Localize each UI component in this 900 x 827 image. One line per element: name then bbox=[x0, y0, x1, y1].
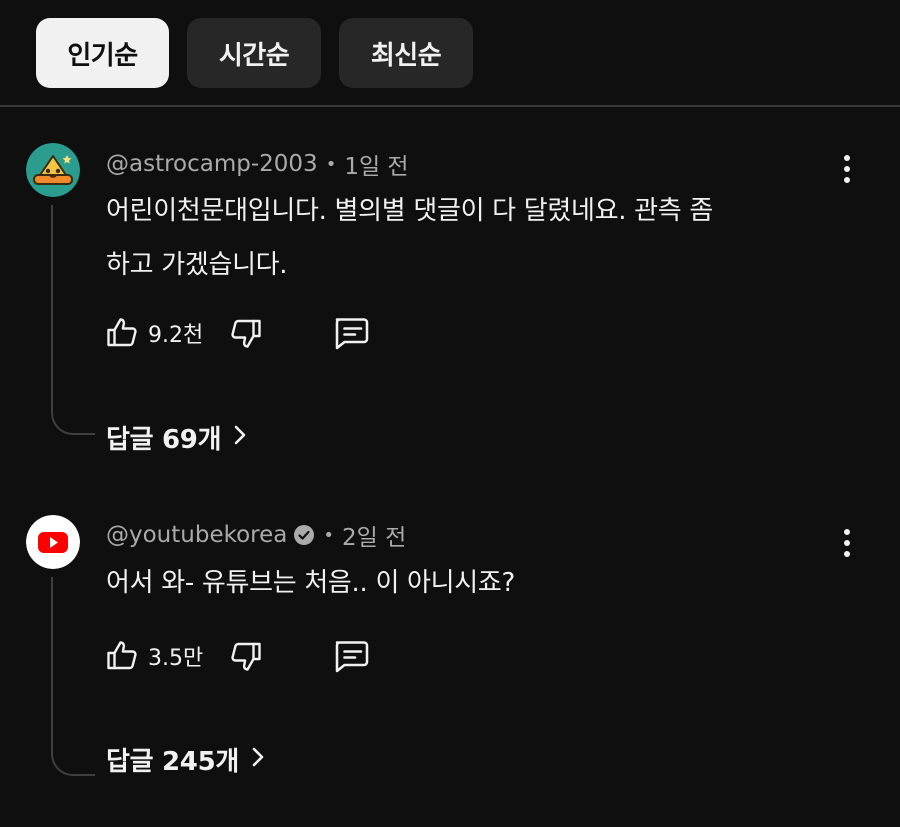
sort-chip-popular[interactable]: 인기순 bbox=[36, 18, 169, 88]
separator-dot: • bbox=[325, 153, 337, 175]
view-replies-button[interactable]: 답글 69개 bbox=[106, 419, 247, 456]
replies-label: 답글 69개 bbox=[106, 425, 222, 455]
comment-text: 어서 와- 유튜브는 처음.. 이 아니시죠? bbox=[106, 556, 806, 610]
dislike-button[interactable] bbox=[228, 634, 264, 678]
verified-badge-icon bbox=[293, 524, 315, 546]
reply-thread-line bbox=[51, 205, 95, 435]
comment-text: 어린이천문대입니다. 별의별 댓글이 다 달렸네요. 관측 좀 하고 가겠습니다… bbox=[106, 184, 806, 292]
comment-bubble-icon bbox=[335, 641, 369, 673]
more-dot bbox=[844, 155, 850, 161]
thumbs-down-icon bbox=[231, 642, 261, 671]
comment-line: 하고 가겠습니다. bbox=[106, 250, 288, 280]
chevron-right-icon bbox=[251, 745, 265, 775]
reply-button[interactable] bbox=[332, 634, 372, 678]
avatar[interactable] bbox=[26, 143, 80, 197]
like-count: 3.5만 bbox=[148, 646, 204, 671]
thumbs-down-icon bbox=[231, 319, 261, 348]
comment-thread: @youtubekorea • 2일 전 어서 와- 유튜브는 처음.. 이 아… bbox=[0, 477, 900, 827]
comment-meta: @astrocamp-2003 • 1일 전 bbox=[106, 147, 409, 181]
astro-mascot-icon bbox=[26, 143, 80, 197]
comment-line: 어서 와- 유튜브는 처음.. 이 아니시죠? bbox=[106, 568, 516, 598]
sort-chip-bar: 인기순 시간순 최신순 bbox=[0, 0, 900, 106]
avatar[interactable] bbox=[26, 515, 80, 569]
more-options-button[interactable] bbox=[834, 149, 860, 189]
comment-bubble-icon bbox=[335, 318, 369, 350]
comment-actions: 9.2천 bbox=[104, 311, 404, 355]
more-dot bbox=[844, 540, 850, 546]
like-count: 9.2천 bbox=[148, 323, 204, 348]
sort-chip-newest[interactable]: 최신순 bbox=[339, 18, 473, 88]
more-dot bbox=[844, 166, 850, 172]
like-button[interactable]: 9.2천 bbox=[104, 311, 203, 355]
youtube-logo-icon bbox=[26, 515, 80, 569]
reply-thread-line bbox=[51, 577, 95, 776]
separator-dot: • bbox=[323, 524, 334, 546]
view-replies-button[interactable]: 답글 245개 bbox=[106, 741, 265, 778]
more-dot bbox=[844, 529, 850, 535]
reply-button[interactable] bbox=[332, 311, 372, 355]
comment-time: 2일 전 bbox=[342, 525, 407, 551]
author-handle[interactable]: @astrocamp-2003 bbox=[106, 151, 318, 177]
dislike-button[interactable] bbox=[228, 311, 264, 355]
comment-thread: @astrocamp-2003 • 1일 전 어린이천문대입니다. 별의별 댓글… bbox=[0, 107, 900, 477]
more-dot bbox=[844, 551, 850, 557]
sort-chip-time[interactable]: 시간순 bbox=[187, 18, 321, 88]
comment-line: 어린이천문대입니다. 별의별 댓글이 다 달렸네요. 관측 좀 bbox=[106, 196, 713, 226]
more-dot bbox=[844, 177, 850, 183]
comment-actions: 3.5만 bbox=[104, 634, 404, 678]
thumbs-up-icon bbox=[107, 641, 137, 670]
comment-time: 1일 전 bbox=[344, 154, 409, 180]
like-button[interactable]: 3.5만 bbox=[104, 634, 203, 678]
comment-meta: @youtubekorea • 2일 전 bbox=[106, 518, 406, 552]
replies-label: 답글 245개 bbox=[106, 747, 239, 777]
author-handle[interactable]: @youtubekorea bbox=[106, 522, 287, 548]
thumbs-up-icon bbox=[107, 318, 137, 347]
more-options-button[interactable] bbox=[834, 523, 860, 563]
chevron-right-icon bbox=[233, 423, 247, 453]
